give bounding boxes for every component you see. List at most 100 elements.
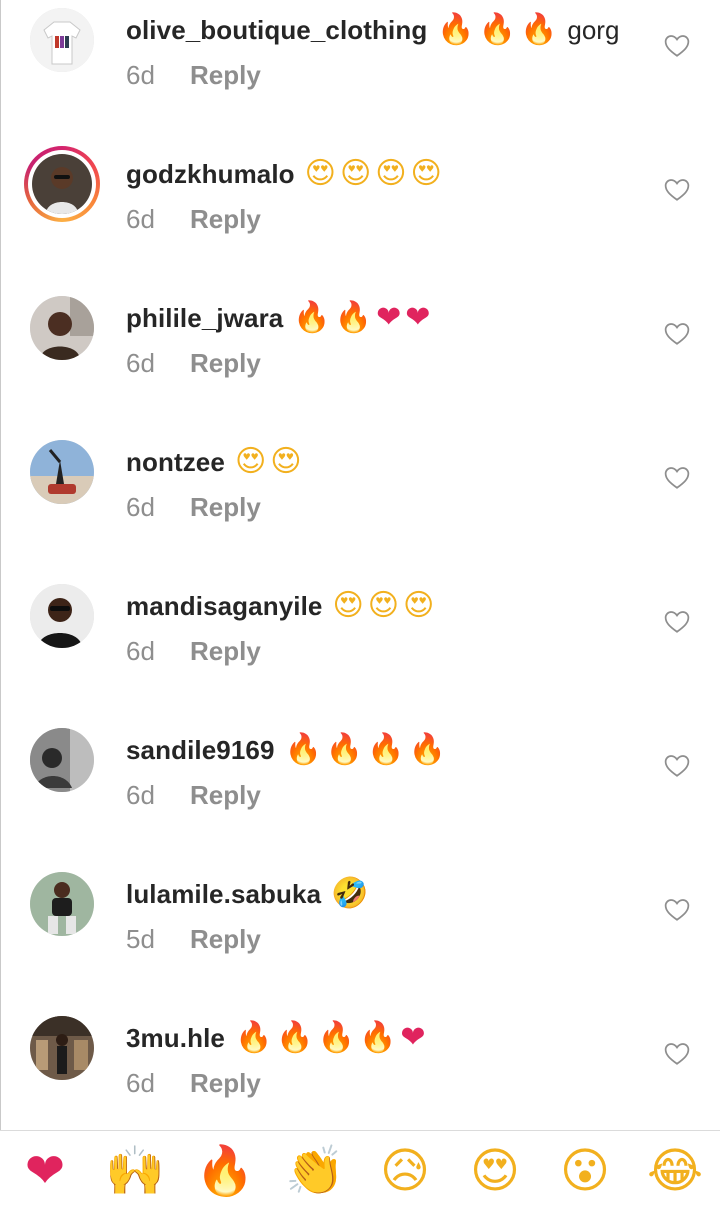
fire-emoji: 🔥 xyxy=(325,732,364,767)
comment-time: 6d xyxy=(126,60,155,90)
fire-emoji: 🔥 xyxy=(408,732,446,767)
comment-meta: 5d Reply xyxy=(126,924,261,955)
reply-button[interactable]: Reply xyxy=(190,1068,261,1099)
heart-eyes-emoji: 😍 xyxy=(375,156,407,191)
comment-text: 🔥 🔥 🔥 🔥 xyxy=(285,735,450,765)
heart-outline-icon[interactable] xyxy=(664,898,690,922)
comment-meta: 6d Reply xyxy=(126,60,261,91)
reply-button[interactable]: Reply xyxy=(190,636,261,667)
comment-item: nontzee 😍 😍 6d Reply xyxy=(0,440,720,584)
surprised-reaction-button[interactable]: 😮 xyxy=(553,1147,617,1195)
reply-button[interactable]: Reply xyxy=(190,60,261,91)
red-heart-emoji: ❤ xyxy=(400,1020,426,1055)
fire-emoji: 🔥 xyxy=(437,12,475,47)
raised-hands-reaction-button[interactable]: 🙌 xyxy=(103,1147,167,1195)
avatar[interactable] xyxy=(30,1016,94,1080)
comment-line: godzkhumalo 😍 😍 😍 😍 xyxy=(126,156,446,192)
heart-outline-icon[interactable] xyxy=(664,466,690,490)
fire-emoji: 🔥 xyxy=(284,732,322,767)
comment-text: 😍 😍 😍 xyxy=(332,591,438,621)
reply-button[interactable]: Reply xyxy=(190,204,261,235)
red-heart-emoji: ❤ xyxy=(405,300,431,335)
reply-button[interactable]: Reply xyxy=(190,924,261,955)
comment-username[interactable]: sandile9169 xyxy=(126,735,275,766)
comment-username[interactable]: nontzee xyxy=(126,447,225,478)
fire-emoji: 🔥 xyxy=(293,300,331,335)
heart-outline-icon[interactable] xyxy=(664,1042,690,1066)
fire-emoji: 🔥 xyxy=(367,732,405,767)
reply-button[interactable]: Reply xyxy=(190,492,261,523)
avatar-sitting-image xyxy=(30,872,94,936)
comment-time: 6d xyxy=(126,348,155,378)
heart-eyes-emoji: 😍 xyxy=(339,156,372,191)
comment-meta: 6d Reply xyxy=(126,780,261,811)
fire-emoji: 🔥 xyxy=(334,300,373,335)
comment-meta: 6d Reply xyxy=(126,492,261,523)
avatar[interactable] xyxy=(30,584,94,648)
comment-text: 🔥 🔥 🔥 gorg xyxy=(437,15,619,46)
comment-username[interactable]: lulamile.sabuka xyxy=(126,879,321,910)
fire-emoji: 🔥 xyxy=(276,1020,314,1055)
heart-eyes-emoji: 😍 xyxy=(234,444,267,479)
avatar-photo xyxy=(32,154,92,214)
fire-emoji: 🔥 xyxy=(359,1020,397,1055)
avatar-outdoor-image xyxy=(30,440,94,504)
comment-item: philile_jwara 🔥 🔥 ❤ ❤ 6d Reply xyxy=(0,296,720,440)
heart-outline-icon[interactable] xyxy=(664,34,690,58)
avatar[interactable] xyxy=(30,728,94,792)
heart-eyes-emoji: 😍 xyxy=(367,588,400,623)
heart-outline-icon[interactable] xyxy=(664,178,690,202)
avatar-bw-image xyxy=(30,728,94,792)
heart-eyes-reaction-button[interactable]: 😍 xyxy=(463,1147,527,1195)
comment-time: 5d xyxy=(126,924,155,954)
heart-outline-icon[interactable] xyxy=(664,610,690,634)
fire-emoji: 🔥 xyxy=(234,1020,273,1055)
comment-line: sandile9169 🔥 🔥 🔥 🔥 xyxy=(126,732,450,768)
avatar[interactable] xyxy=(30,440,94,504)
fire-emoji: 🔥 xyxy=(317,1020,356,1055)
comment-item: mandisaganyile 😍 😍 😍 6d Reply xyxy=(0,584,720,728)
comment-username[interactable]: godzkhumalo xyxy=(126,159,295,190)
avatar[interactable] xyxy=(30,8,94,72)
clapping-hands-reaction-button[interactable]: 👏 xyxy=(283,1147,347,1195)
comment-item: godzkhumalo 😍 😍 😍 😍 6d Reply xyxy=(0,146,720,296)
comment-line: olive_boutique_clothing 🔥 🔥 🔥 gorg xyxy=(126,12,619,48)
heart-eyes-emoji: 😍 xyxy=(403,588,435,623)
heart-outline-icon[interactable] xyxy=(664,754,690,778)
quick-reaction-bar: ❤ 🙌 🔥 👏 😥 😍 😮 😂 xyxy=(0,1131,720,1210)
reply-button[interactable]: Reply xyxy=(190,780,261,811)
comment-username[interactable]: olive_boutique_clothing xyxy=(126,15,427,46)
tears-of-joy-reaction-button[interactable]: 😂 xyxy=(643,1147,707,1195)
comment-text: 😍 😍 😍 😍 xyxy=(305,159,446,189)
heart-outline-icon[interactable] xyxy=(664,322,690,346)
comment-time: 6d xyxy=(126,780,155,810)
reply-button[interactable]: Reply xyxy=(190,348,261,379)
comment-meta: 6d Reply xyxy=(126,636,261,667)
fire-emoji: 🔥 xyxy=(478,12,517,47)
comment-time: 6d xyxy=(126,1068,155,1098)
avatar[interactable] xyxy=(30,872,94,936)
avatar[interactable] xyxy=(30,296,94,360)
avatar[interactable] xyxy=(24,146,100,222)
comment-line: mandisaganyile 😍 😍 😍 xyxy=(126,588,438,624)
comment-username[interactable]: 3mu.hle xyxy=(126,1023,225,1054)
heart-eyes-emoji: 😍 xyxy=(332,588,364,623)
comment-username[interactable]: mandisaganyile xyxy=(126,591,322,622)
comment-item: olive_boutique_clothing 🔥 🔥 🔥 gorg 6d Re… xyxy=(0,8,720,152)
comment-line: lulamile.sabuka 🤣 xyxy=(126,876,373,912)
comment-item: sandile9169 🔥 🔥 🔥 🔥 6d Reply xyxy=(0,728,720,872)
comment-meta: 6d Reply xyxy=(126,348,261,379)
fire-reaction-button[interactable]: 🔥 xyxy=(193,1147,257,1195)
heart-eyes-emoji: 😍 xyxy=(270,444,302,479)
heart-reaction-button[interactable]: ❤ xyxy=(13,1147,77,1195)
comment-text: 🔥 🔥 ❤ ❤ xyxy=(293,303,434,333)
comment-time: 6d xyxy=(126,636,155,666)
sad-reaction-button[interactable]: 😥 xyxy=(373,1147,437,1195)
comment-line: philile_jwara 🔥 🔥 ❤ ❤ xyxy=(126,300,434,336)
comment-text: 🤣 xyxy=(331,879,372,909)
red-heart-emoji: ❤ xyxy=(376,300,402,335)
avatar-shirt-image xyxy=(30,8,94,72)
comment-line: 3mu.hle 🔥 🔥 🔥 🔥 ❤ xyxy=(126,1020,430,1056)
comment-username[interactable]: philile_jwara xyxy=(126,303,283,334)
comment-text: 🔥 🔥 🔥 🔥 ❤ xyxy=(235,1023,430,1053)
